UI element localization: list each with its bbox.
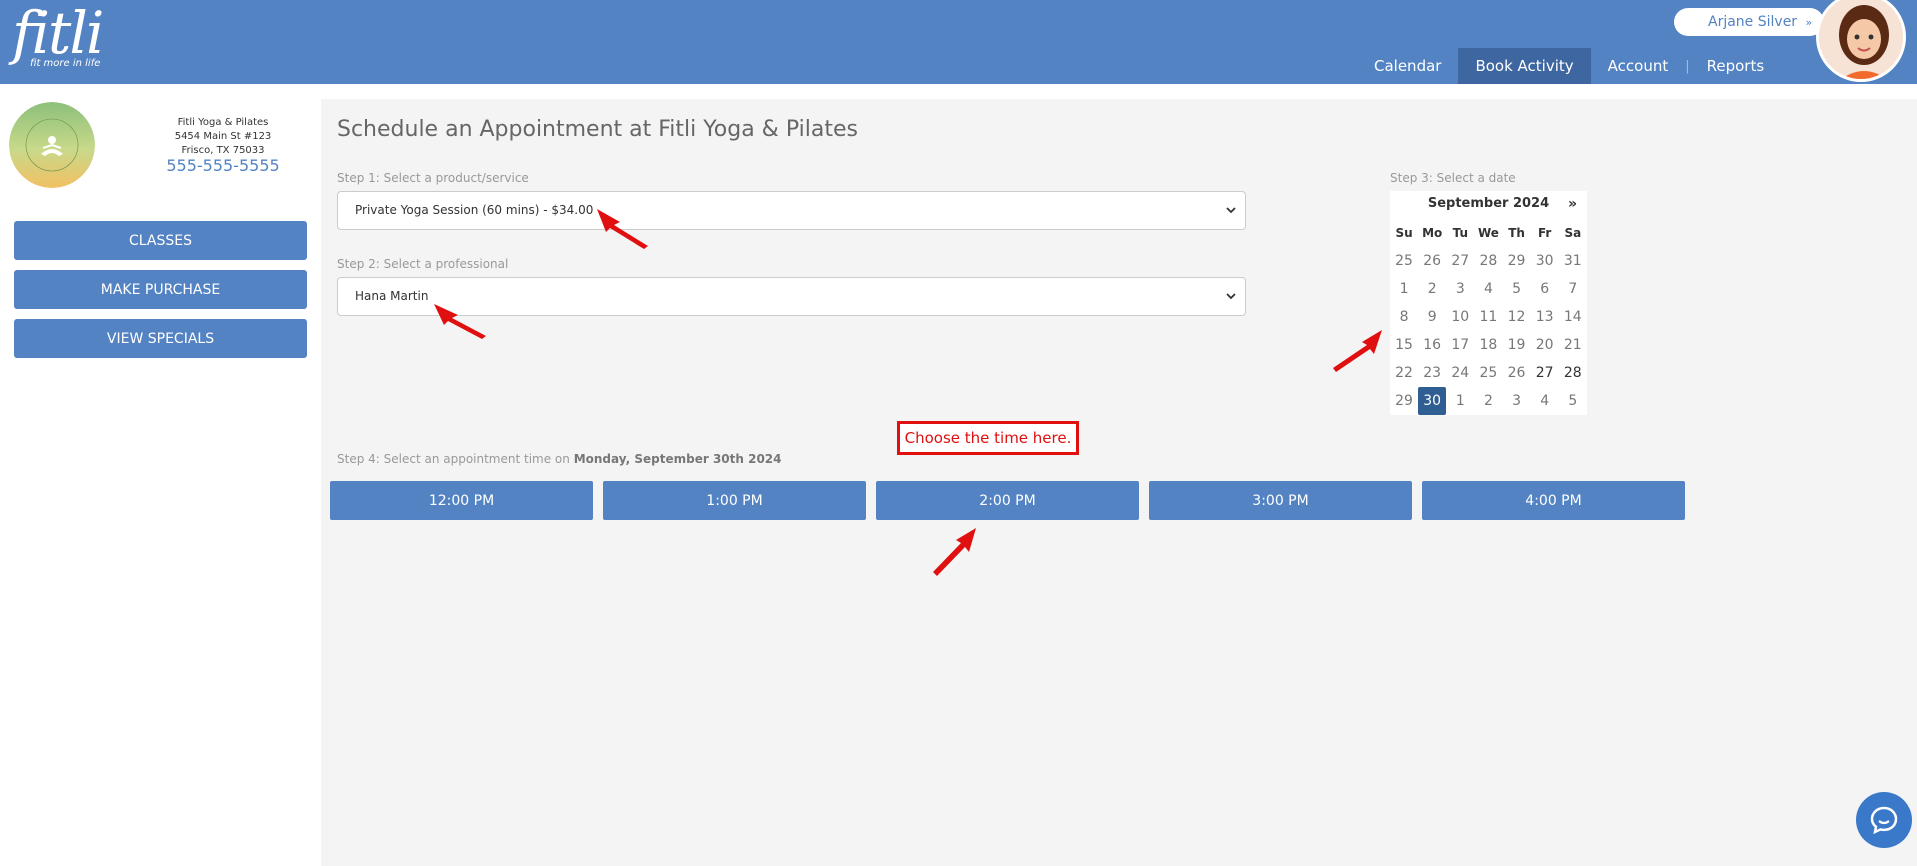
chat-bubble-icon[interactable]	[1856, 792, 1912, 848]
annotation-arrows	[434, 209, 1382, 576]
arrow-icon	[1333, 330, 1382, 372]
arrow-icon	[597, 209, 648, 249]
arrow-icon	[933, 528, 976, 576]
arrow-icon	[434, 304, 486, 339]
